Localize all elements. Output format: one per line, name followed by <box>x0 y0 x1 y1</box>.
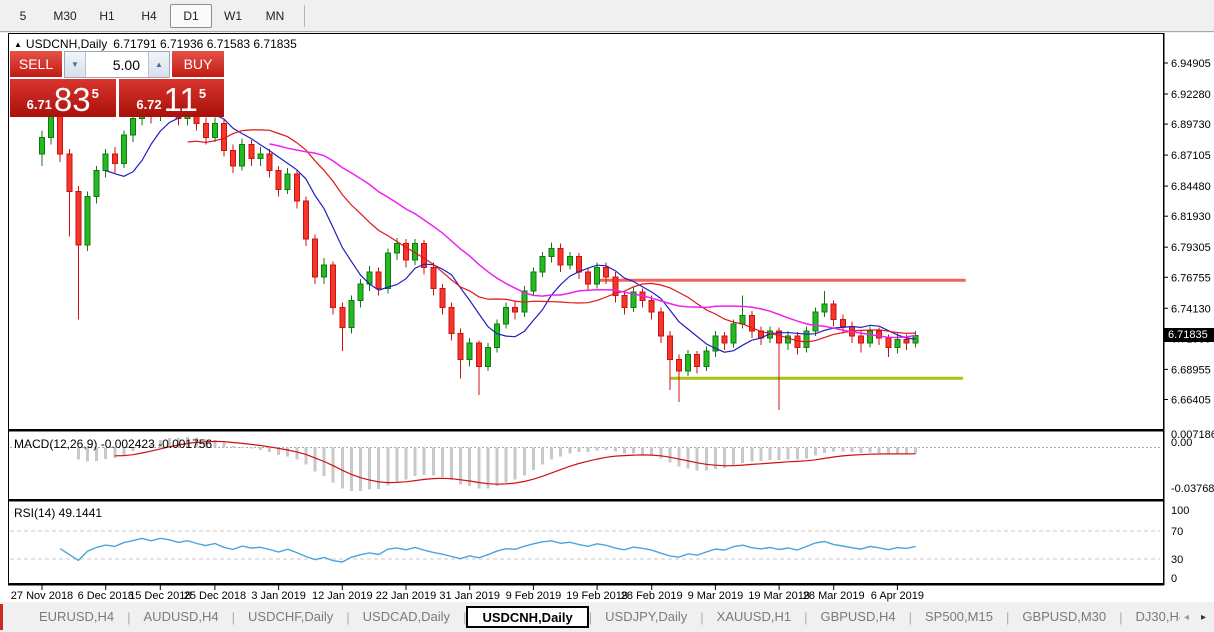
rsi-scale-tick: 100 <box>1171 505 1189 517</box>
date-axis-label: 19 Mar 2019 <box>748 590 810 602</box>
chart-header: ▲ USDCNH,Daily 6.71791 6.71936 6.71583 6.7… <box>14 37 297 51</box>
chart-tab-xauusd-h1[interactable]: XAUUSD,H1 <box>704 605 804 629</box>
price-scale-tick: 6.68955 <box>1171 364 1211 376</box>
buy-price-big: 11 <box>164 85 198 115</box>
date-axis-label: 28 Feb 2019 <box>621 590 683 602</box>
current-price-label: 6.71835 <box>1164 328 1214 342</box>
price-scale-tick: 6.76755 <box>1171 272 1211 284</box>
timeframe-button-5[interactable]: 5 <box>2 4 44 28</box>
tab-scroll-left-icon[interactable]: ◂ <box>1184 612 1189 623</box>
timeframe-button-h4[interactable]: H4 <box>128 4 170 28</box>
buy-price-sup: 5 <box>199 86 206 101</box>
sell-button[interactable]: SELL <box>10 51 62 78</box>
chart-symbol-label: USDCNH,Daily <box>26 37 107 51</box>
volume-down-icon[interactable]: ▼ <box>65 52 86 77</box>
macd-scale-tick: 0.00 <box>1171 437 1192 449</box>
timeframe-buttons: 5M30H1H4D1W1MN <box>2 4 296 28</box>
date-axis-label: 15 Dec 2018 <box>129 590 191 602</box>
buy-price-prefix: 6.72 <box>136 95 161 115</box>
date-axis-label: 12 Jan 2019 <box>312 590 373 602</box>
date-axis-label: 31 Jan 2019 <box>439 590 500 602</box>
timeframe-button-d1[interactable]: D1 <box>170 4 212 28</box>
chart-ohlc-quote: 6.71791 6.71936 6.71583 6.71835 <box>113 37 297 51</box>
price-scale-tick: 6.84480 <box>1171 181 1211 193</box>
chart-tab-eurusd-h4[interactable]: EURUSD,H4 <box>26 605 127 629</box>
price-scale-tick: 6.92280 <box>1171 89 1211 101</box>
price-scale-tick: 6.74130 <box>1171 303 1211 315</box>
volume-stepper: ▼ ▲ <box>64 51 170 78</box>
rsi-scale-tick: 0 <box>1171 573 1177 585</box>
one-click-trading-panel: SELL ▼ ▲ BUY 6.71 83 5 6.72 11 5 <box>10 51 224 117</box>
chart-tab-audusd-h4[interactable]: AUDUSD,H4 <box>131 605 232 629</box>
date-axis-label: 19 Feb 2019 <box>566 590 628 602</box>
price-scale-tick: 6.66405 <box>1171 394 1211 406</box>
rsi-label: RSI(14) 49.1441 <box>14 506 102 520</box>
rsi-scale-tick: 30 <box>1171 554 1183 566</box>
timeframe-button-h1[interactable]: H1 <box>86 4 128 28</box>
date-axis-label: 9 Feb 2019 <box>506 590 562 602</box>
volume-input[interactable] <box>86 52 148 77</box>
volume-up-icon[interactable]: ▲ <box>148 52 169 77</box>
sell-price-prefix: 6.71 <box>27 95 52 115</box>
price-scale-tick: 6.87105 <box>1171 150 1211 162</box>
sell-price-sup: 5 <box>92 86 99 101</box>
timeframe-button-w1[interactable]: W1 <box>212 4 254 28</box>
price-scale-tick: 6.81930 <box>1171 211 1211 223</box>
buy-price-box[interactable]: 6.72 11 5 <box>119 79 225 117</box>
one-click-top-row: SELL ▼ ▲ BUY <box>10 51 224 78</box>
rsi-scale-tick: 70 <box>1171 526 1183 538</box>
tab-scroll-right-icon[interactable]: ▸ <box>1201 612 1206 623</box>
one-click-price-row: 6.71 83 5 6.72 11 5 <box>10 79 224 117</box>
chart-tab-usdcnh-daily[interactable]: USDCNH,Daily <box>466 606 588 628</box>
chart-tab-bar: EURUSD,H4|AUDUSD,H4|USDCHF,Daily|USDCAD,… <box>0 604 1214 630</box>
candlestick-chart[interactable]: 6.94905 6.92280 6.89730 6.87105 6.84480 6.819… <box>0 33 1214 604</box>
date-axis-label: 22 Jan 2019 <box>376 590 437 602</box>
date-axis-label: 9 Mar 2019 <box>688 590 744 602</box>
chart-tab-gbpusd-m30[interactable]: GBPUSD,M30 <box>1009 605 1119 629</box>
date-axis-label: 6 Dec 2018 <box>78 590 134 602</box>
tab-scroll-controls: ◂ ▸ <box>1180 604 1210 630</box>
chart-tab-gbpusd-h4[interactable]: GBPUSD,H4 <box>807 605 908 629</box>
chart-tab-sp500-m15[interactable]: SP500,M15 <box>912 605 1006 629</box>
chart-tab-usdchf-daily[interactable]: USDCHF,Daily <box>235 605 346 629</box>
price-scale-tick: 6.79305 <box>1171 242 1211 254</box>
chart-tab-usdjpy-daily[interactable]: USDJPY,Daily <box>592 605 700 629</box>
timeframe-button-m30[interactable]: M30 <box>44 4 86 28</box>
chart-tab-usdcad-daily[interactable]: USDCAD,Daily <box>350 605 463 629</box>
date-axis-label: 25 Dec 2018 <box>184 590 246 602</box>
price-scale-tick: 6.89730 <box>1171 119 1211 131</box>
toolbar-divider <box>304 5 305 27</box>
collapse-arrow-icon[interactable]: ▲ <box>14 40 22 49</box>
date-axis-label: 6 Apr 2019 <box>871 590 924 602</box>
buy-button[interactable]: BUY <box>172 51 224 78</box>
window-edge-accent <box>0 604 3 630</box>
date-axis-label: 27 Nov 2018 <box>11 590 73 602</box>
sell-price-big: 83 <box>54 85 91 115</box>
price-scale-tick: 6.94905 <box>1171 58 1211 70</box>
timeframe-button-mn[interactable]: MN <box>254 4 296 28</box>
macd-scale-tick: -0.037688 <box>1171 483 1214 495</box>
sell-price-box[interactable]: 6.71 83 5 <box>10 79 116 117</box>
date-axis-label: 28 Mar 2019 <box>803 590 865 602</box>
timeframe-toolbar: 5M30H1H4D1W1MN <box>0 0 1214 32</box>
macd-label: MACD(12,26,9) -0.002423 -0.001756 <box>14 437 212 451</box>
date-axis-label: 3 Jan 2019 <box>251 590 305 602</box>
